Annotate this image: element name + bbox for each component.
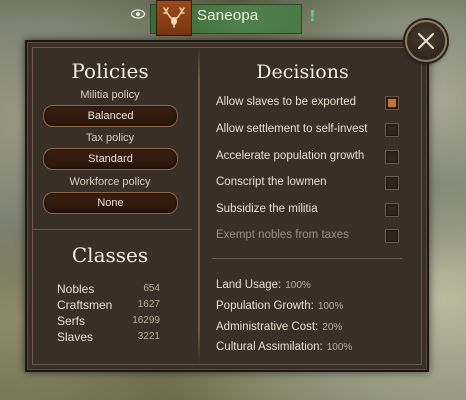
stat-label: Land Usage: [216,279,282,291]
decision-checkbox[interactable] [385,150,399,164]
decision-checkbox[interactable] [385,123,399,137]
decision-checkbox[interactable] [385,229,399,243]
decision-checkbox[interactable] [385,203,399,217]
decision-label: Exempt nobles from taxes [216,229,349,241]
stat-land-usage: Land Usage: 100% [216,275,311,291]
decision-accelerate-growth[interactable]: Accelerate population growth [216,148,402,166]
class-count: 654 [143,283,160,294]
class-count: 3221 [137,331,160,342]
class-name: Craftsmen [57,298,113,312]
decision-allow-self-invest[interactable]: Allow settlement to self-invest [216,121,402,139]
decisions-stats-divider [212,258,402,259]
class-name: Serfs [57,314,86,328]
settlement-banner [156,0,192,36]
class-count: 16299 [132,315,160,326]
stat-label: Cultural Assimilation: [216,341,323,353]
stat-value: 100% [326,342,353,353]
stat-value: 100% [285,280,311,291]
decision-exempt-nobles[interactable]: Exempt nobles from taxes [216,227,402,245]
decision-label: Allow settlement to self-invest [216,123,368,135]
decision-label: Conscript the lowmen [216,176,327,188]
stat-administrative-cost: Administrative Cost: 20% [216,317,342,333]
class-row-craftsmen: Craftsmen 1627 [57,298,167,314]
tax-policy-dropdown[interactable]: Standard [43,148,178,170]
close-icon [418,33,434,49]
close-button[interactable] [405,20,447,62]
exclamation-icon[interactable]: ! [309,8,317,24]
class-row-nobles: Nobles 654 [57,282,167,298]
policies-title: Policies [71,59,149,83]
eye-icon[interactable] [131,9,145,19]
class-row-slaves: Slaves 3221 [57,330,167,346]
decision-allow-slave-export[interactable]: Allow slaves to be exported [216,94,402,112]
class-name: Slaves [57,330,94,344]
decision-conscript-lowmen[interactable]: Conscript the lowmen [216,174,402,192]
stat-cultural-assimilation: Cultural Assimilation: 100% [216,337,352,353]
decision-label: Subsidize the militia [216,203,318,215]
decision-subsidize-militia[interactable]: Subsidize the militia [216,201,402,219]
militia-policy-dropdown[interactable]: Balanced [43,105,178,127]
militia-policy-label: Militia policy [80,89,140,101]
stat-population-growth: Population Growth: 100% [216,296,343,312]
stag-icon [163,7,185,28]
class-row-serfs: Serfs 16299 [57,314,167,330]
stat-value: 100% [317,301,344,312]
stat-value: 20% [322,322,343,333]
workforce-policy-label: Workforce policy [69,176,151,188]
classes-title: Classes [71,243,149,267]
decision-checkbox[interactable] [385,176,399,190]
class-count: 1627 [137,299,160,310]
decision-label: Accelerate population growth [216,150,365,162]
policies-classes-divider [32,229,192,230]
decision-label: Allow slaves to be exported [216,96,356,108]
decision-checkbox[interactable] [385,96,399,110]
workforce-policy-dropdown[interactable]: None [43,192,178,214]
stat-label: Population Growth: [216,300,314,312]
decisions-title: Decisions [256,61,349,83]
class-name: Nobles [57,282,95,296]
stat-label: Administrative Cost: [216,321,319,333]
settlement-name[interactable]: Saneopa [197,7,258,24]
tax-policy-label: Tax policy [85,132,135,144]
column-divider [198,46,200,364]
